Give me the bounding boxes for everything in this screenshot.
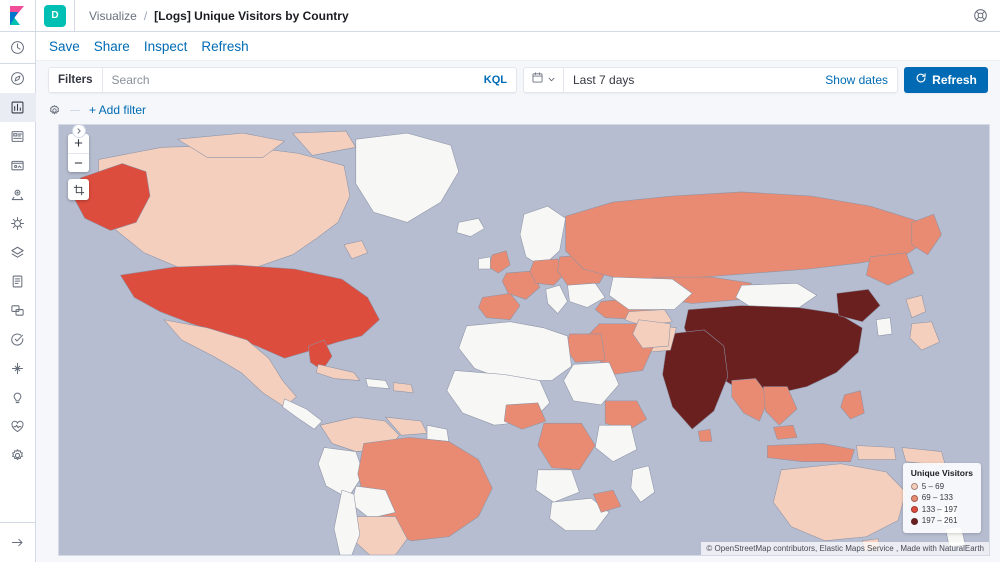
sidebar-item-machine-learning[interactable] — [0, 209, 36, 238]
sidebar-item-discover[interactable] — [0, 64, 36, 93]
legend-swatch-1 — [910, 482, 918, 490]
breadcrumb-visualize[interactable]: Visualize — [89, 9, 137, 23]
breadcrumb-separator: / — [143, 8, 148, 23]
main-content: D Visualize / [Logs] Unique Visitors by … — [36, 0, 1000, 562]
breadcrumb: Visualize / [Logs] Unique Visitors by Co… — [89, 9, 349, 23]
header-actions — [973, 8, 988, 23]
sidebar-item-infrastructure[interactable] — [0, 238, 36, 267]
menu-item-save[interactable]: Save — [42, 39, 87, 54]
breadcrumb-current: [Logs] Unique Visitors by Country — [154, 8, 349, 23]
show-dates-button[interactable]: Show dates — [816, 68, 897, 92]
zoom-out-button[interactable]: − — [68, 153, 89, 172]
filter-divider — [70, 109, 80, 111]
legend-item: 197 – 261 — [910, 515, 973, 527]
choropleth-map[interactable]: .ln { stroke:#8d93a5; stroke-width:.55; … — [58, 124, 990, 556]
map-zoom-controls: + − — [68, 134, 89, 200]
world-choropleth-svg: .ln { stroke:#8d93a5; stroke-width:.55; … — [59, 125, 989, 555]
sidebar-item-dashboard[interactable] — [0, 122, 36, 151]
search-group: Filters KQL — [48, 66, 517, 93]
map-legend: Unique Visitors 5 – 69 69 – 133 133 – 19… — [902, 462, 981, 533]
legend-swatch-4 — [910, 517, 918, 525]
date-quick-select-button[interactable] — [524, 67, 564, 92]
kibana-logo-icon[interactable] — [0, 0, 36, 32]
refresh-button-label: Refresh — [932, 72, 977, 87]
time-range-value[interactable]: Last 7 days — [564, 68, 816, 92]
chevron-down-icon — [547, 71, 556, 89]
kibana-app: D Visualize / [Logs] Unique Visitors by … — [0, 0, 1000, 562]
chevron-right-circle-icon[interactable] — [72, 124, 86, 138]
sidebar-item-apm[interactable] — [0, 296, 36, 325]
legend-item: 5 – 69 — [910, 481, 973, 493]
sidebar-item-dev-tools[interactable] — [0, 383, 36, 412]
sidebar-item-uptime[interactable] — [0, 325, 36, 354]
filters-button[interactable]: Filters — [49, 67, 103, 92]
menu-item-refresh[interactable]: Refresh — [194, 39, 255, 54]
fit-to-bounds-button[interactable] — [68, 179, 89, 200]
sidebar-item-management[interactable] — [0, 441, 36, 470]
gear-icon[interactable] — [48, 104, 61, 117]
legend-label-3: 133 – 197 — [921, 504, 958, 514]
sidebar-item-monitoring[interactable] — [0, 412, 36, 441]
legend-swatch-2 — [910, 494, 918, 502]
legend-label-1: 5 – 69 — [921, 481, 945, 491]
legend-title: Unique Visitors — [910, 467, 973, 478]
sidebar-item-canvas[interactable] — [0, 151, 36, 180]
query-language-button[interactable]: KQL — [475, 68, 516, 92]
query-bar: Filters KQL — [36, 61, 1000, 98]
sidebar-item-maps[interactable] — [0, 180, 36, 209]
header-bar: D Visualize / [Logs] Unique Visitors by … — [36, 0, 1000, 32]
primary-sidebar — [0, 0, 36, 562]
sidebar-item-visualize[interactable] — [0, 93, 36, 122]
sidebar-collapse-toggle[interactable] — [0, 522, 36, 562]
refresh-icon — [915, 72, 927, 87]
legend-swatch-3 — [910, 506, 918, 514]
legend-label-2: 69 – 133 — [921, 493, 953, 503]
menu-item-share[interactable]: Share — [87, 39, 137, 54]
time-picker: Last 7 days Show dates — [523, 66, 898, 93]
menu-item-inspect[interactable]: Inspect — [137, 39, 195, 54]
zoom-button-group: + − — [68, 134, 89, 172]
legend-label-4: 197 – 261 — [921, 516, 958, 526]
add-filter-button[interactable]: + Add filter — [89, 103, 146, 117]
filter-bar: + Add filter — [36, 98, 1000, 122]
map-attribution: © OpenStreetMap contributors, Elastic Ma… — [701, 542, 989, 555]
map-container: .ln { stroke:#8d93a5; stroke-width:.55; … — [36, 122, 1000, 562]
refresh-button[interactable]: Refresh — [904, 66, 988, 93]
legend-item: 69 – 133 — [910, 492, 973, 504]
search-input[interactable] — [102, 67, 475, 92]
sidebar-item-logs[interactable] — [0, 267, 36, 296]
sidebar-item-recently-viewed[interactable] — [0, 32, 36, 64]
calendar-icon — [531, 71, 544, 89]
space-avatar[interactable]: D — [44, 4, 66, 27]
header-divider — [74, 0, 75, 32]
help-lifebuoy-icon[interactable] — [973, 8, 988, 23]
legend-item: 133 – 197 — [910, 504, 973, 516]
app-menu: Save Share Inspect Refresh — [36, 32, 1000, 61]
sidebar-item-siem[interactable] — [0, 354, 36, 383]
